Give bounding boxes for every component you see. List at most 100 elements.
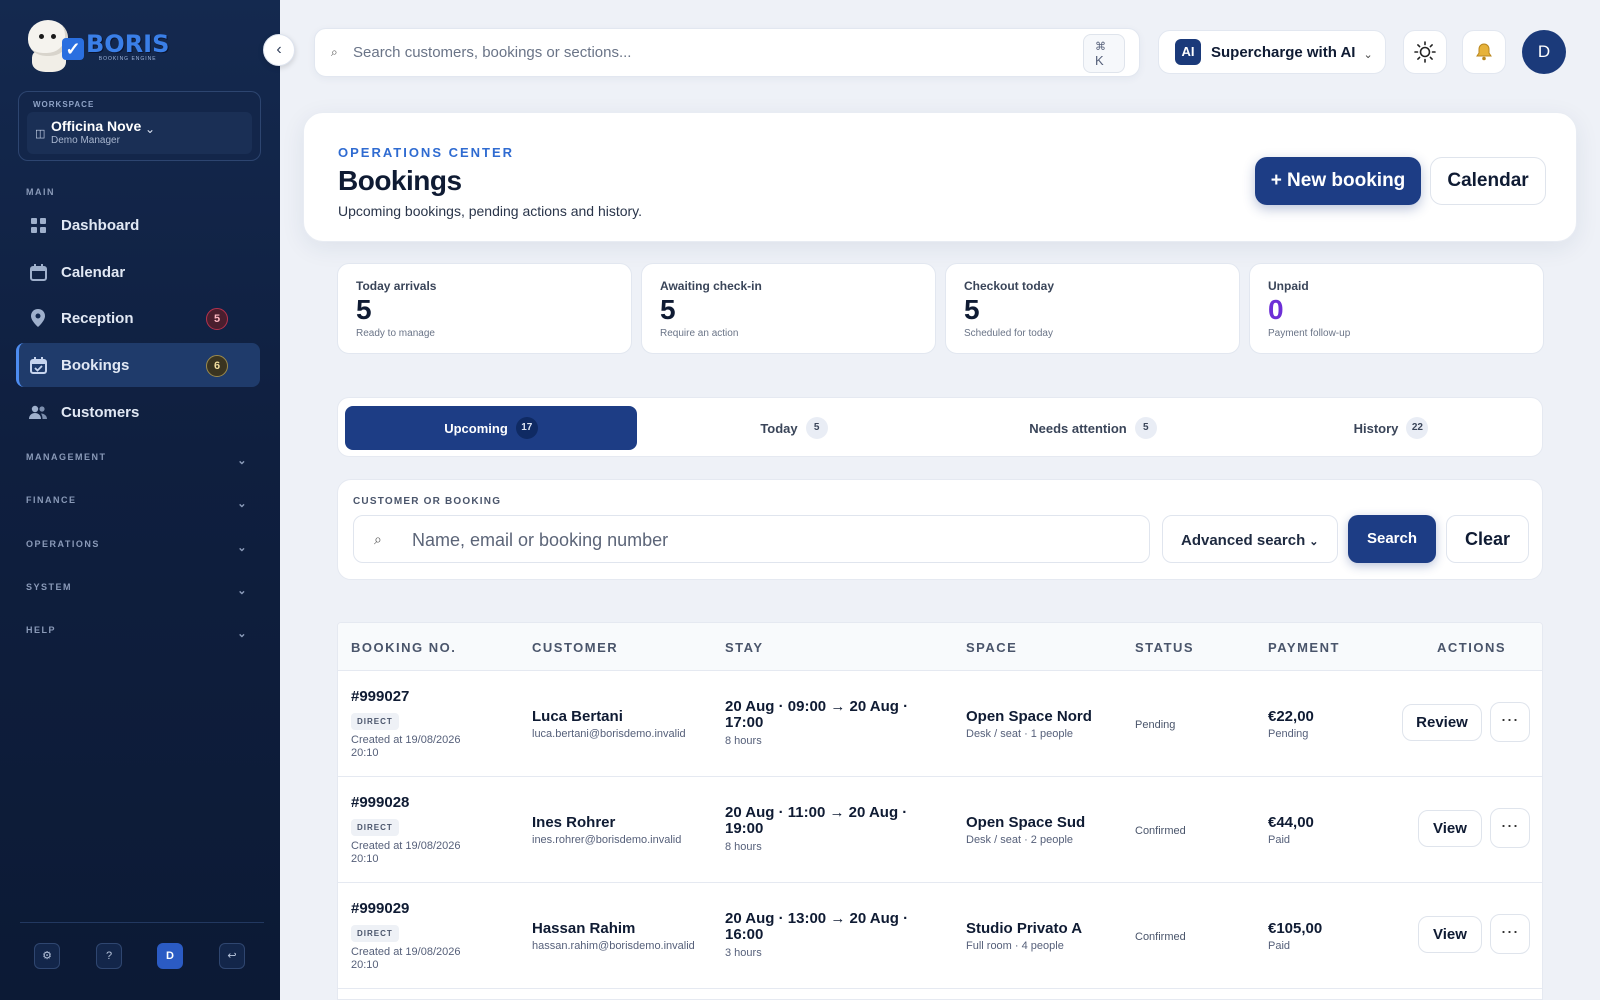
brand-logo[interactable]: ✓ BORIS BOOKING ENGINE (26, 16, 169, 72)
page-header: OPERATIONS CENTER Bookings Upcoming book… (303, 112, 1577, 242)
sidebar-footer: ⚙ ? D ↩ (20, 922, 264, 969)
chevron-down-icon: ⌄ (145, 122, 156, 136)
sidebar-group-system[interactable]: SYSTEM ⌄ (26, 582, 248, 597)
theme-toggle-button[interactable] (1403, 30, 1447, 74)
search-button[interactable]: Search (1348, 515, 1436, 563)
column-header[interactable]: BOOKING NO. (351, 640, 456, 655)
more-options-icon[interactable]: ⋯ (1490, 914, 1530, 954)
view-button[interactable]: View (1418, 916, 1482, 953)
stat-hint: Payment follow-up (1268, 328, 1351, 339)
booking-number[interactable]: #999029 (351, 900, 409, 917)
new-booking-button[interactable]: + New booking (1255, 157, 1421, 205)
page-subtitle: Upcoming bookings, pending actions and h… (338, 203, 643, 219)
chevron-down-icon: ⌄ (237, 628, 248, 640)
sidebar-item-dashboard[interactable]: Dashboard (16, 203, 260, 247)
column-header: ACTIONS (1437, 640, 1506, 655)
review-button[interactable]: Review (1402, 704, 1482, 741)
calendar-icon (29, 263, 47, 281)
created-at: Created at 19/08/2026 20:10 (351, 946, 461, 971)
chevron-down-icon: ⌄ (237, 585, 248, 597)
column-header[interactable]: STAY (725, 640, 764, 655)
tab-count-badge: 5 (1134, 417, 1157, 439)
column-header[interactable]: STATUS (1135, 640, 1194, 655)
settings-icon[interactable]: ⚙ (34, 943, 60, 969)
tab-upcoming[interactable]: Upcoming 17 (345, 406, 637, 450)
stay-range: 20 Aug · 11:00 → 20 Aug · 19:00 (725, 804, 908, 837)
table-header: BOOKING NO. CUSTOMER STAY SPACE STATUS P… (338, 623, 1542, 671)
column-header[interactable]: SPACE (966, 640, 1017, 655)
chevron-down-icon: ⌄ (1309, 536, 1319, 548)
sidebar-group-operations[interactable]: OPERATIONS ⌄ (26, 539, 248, 554)
search-icon: ⌕ (374, 531, 382, 547)
building-icon: ◫ (35, 128, 46, 140)
tab-history[interactable]: History 22 (1245, 406, 1537, 450)
table-row[interactable]: #999028 DIRECT Created at 19/08/2026 20:… (338, 777, 1542, 883)
channel-badge: DIRECT (351, 713, 399, 730)
payment-status: Paid (1268, 940, 1291, 952)
booking-number[interactable]: #999028 (351, 794, 409, 811)
stay-duration: 8 hours (725, 735, 762, 747)
tab-count-badge: 5 (805, 417, 828, 439)
collapse-sidebar-button[interactable]: ‹ (263, 34, 295, 66)
table-row[interactable]: #999029 DIRECT Created at 19/08/2026 20:… (338, 883, 1542, 989)
payment-status: Paid (1268, 834, 1291, 846)
clear-button[interactable]: Clear (1446, 515, 1529, 563)
tab-today[interactable]: Today 5 (648, 406, 940, 450)
more-options-icon[interactable]: ⋯ (1490, 702, 1530, 742)
customer-name: Luca Bertani (532, 708, 623, 725)
tab-needs-attention[interactable]: Needs attention 5 (947, 406, 1239, 450)
payment-amount: €105,00 (1268, 920, 1323, 937)
stat-value: 5 (964, 294, 980, 325)
booking-search-input[interactable]: ⌕ Name, email or booking number (353, 515, 1150, 563)
stat-hint: Scheduled for today (964, 328, 1053, 339)
bookings-tabs: Upcoming 17 Today 5 Needs attention 5 Histo… (337, 397, 1543, 457)
workspace-switcher[interactable]: WORKSPACE ◫ Officina Nove Demo Manager ⌄ (18, 91, 261, 161)
chevron-down-icon: ⌄ (237, 455, 248, 467)
sidebar-group-help[interactable]: HELP ⌄ (26, 625, 248, 640)
stay-duration: 3 hours (725, 947, 762, 959)
calendar-button[interactable]: Calendar (1430, 157, 1546, 205)
sidebar-group-management[interactable]: MANAGEMENT ⌄ (26, 452, 248, 467)
stat-card-unpaid[interactable]: Unpaid 0 Payment follow-up (1249, 263, 1544, 354)
chevron-down-icon: ⌄ (237, 542, 248, 554)
stay-range: 20 Aug · 09:00 → 20 Aug · 17:00 (725, 698, 909, 731)
booking-search-placeholder: Name, email or booking number (412, 530, 669, 550)
stat-card-checkout[interactable]: Checkout today 5 Scheduled for today (945, 263, 1240, 354)
table-row[interactable]: #999027 DIRECT Created at 19/08/2026 20:… (338, 671, 1542, 777)
stat-value: 0 (1268, 294, 1284, 325)
sidebar-item-customers[interactable]: Customers (16, 390, 260, 434)
payment-status: Pending (1268, 728, 1309, 740)
channel-badge: DIRECT (351, 819, 399, 836)
notifications-button[interactable] (1462, 30, 1506, 74)
stat-card-awaiting-checkin[interactable]: Awaiting check-in 5 Require an action (641, 263, 936, 354)
brand-name: BORIS (86, 30, 170, 58)
sidebar-item-reception[interactable]: Reception 5 (16, 296, 260, 340)
advanced-search-button[interactable]: Advanced search ⌄ (1162, 515, 1338, 563)
tab-count-badge: 22 (1406, 417, 1429, 439)
space-detail: Desk / seat · 2 people (966, 834, 1074, 846)
user-avatar[interactable]: D (1522, 30, 1566, 74)
column-header[interactable]: PAYMENT (1268, 640, 1340, 655)
ai-menu-button[interactable]: AI Supercharge with AI ⌄ (1158, 30, 1386, 74)
search-icon: ⌕ (331, 45, 338, 59)
sidebar-item-calendar[interactable]: Calendar (16, 250, 260, 294)
page-title: Bookings (338, 165, 462, 196)
view-button[interactable]: View (1418, 810, 1482, 847)
space-detail: Desk / seat · 1 people (966, 728, 1074, 740)
user-avatar[interactable]: D (157, 943, 183, 969)
more-options-icon[interactable]: ⋯ (1490, 808, 1530, 848)
stat-value: 5 (660, 294, 676, 325)
workspace-role: Demo Manager (51, 135, 120, 146)
sidebar-item-bookings[interactable]: Bookings 6 (16, 343, 260, 387)
help-icon[interactable]: ? (96, 943, 122, 969)
column-header[interactable]: CUSTOMER (532, 640, 618, 655)
stat-card-arrivals[interactable]: Today arrivals 5 Ready to manage (337, 263, 632, 354)
global-search-input[interactable]: ⌕ Search customers, bookings or sections… (314, 28, 1140, 77)
payment-amount: €44,00 (1268, 814, 1314, 831)
booking-number[interactable]: #999027 (351, 688, 409, 705)
stat-hint: Require an action (660, 328, 739, 339)
logout-icon[interactable]: ↩ (219, 943, 245, 969)
space-name: Studio Privato A (966, 920, 1083, 937)
section-label-main: MAIN (26, 187, 55, 197)
sidebar-group-finance[interactable]: FINANCE ⌄ (26, 495, 248, 510)
